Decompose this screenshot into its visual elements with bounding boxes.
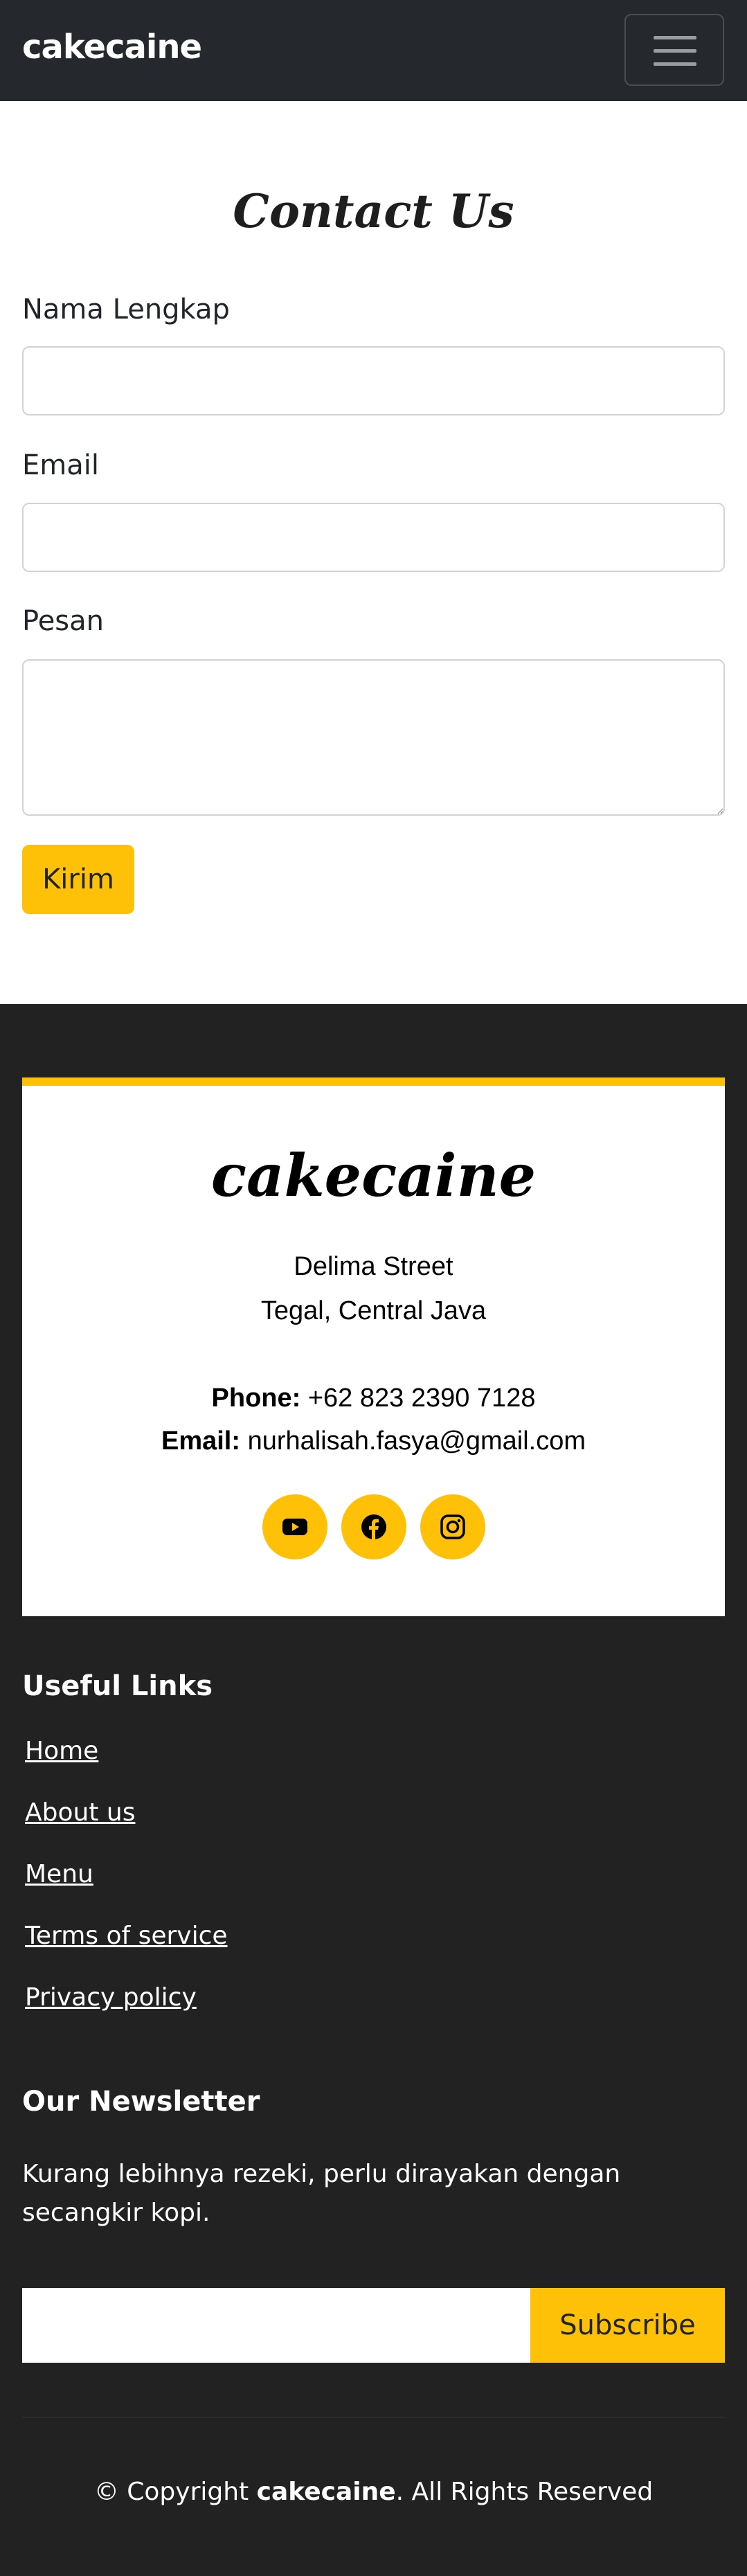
youtube-link[interactable] xyxy=(262,1494,327,1559)
newsletter-text: Kurang lebihnya rezeki, perlu dirayakan … xyxy=(22,2160,621,2227)
name-field[interactable] xyxy=(22,346,725,415)
copyright: © Copyright cakecaine. All Rights Reserv… xyxy=(0,2478,747,2506)
copyright-suffix: . All Rights Reserved xyxy=(395,2478,654,2506)
phone-value: +62 823 2390 7128 xyxy=(307,1384,536,1413)
email-line: Email: nurhalisah.fasya@gmail.com xyxy=(22,1426,725,1456)
address-line-1: Delima Street xyxy=(294,1252,453,1281)
email-label: Email xyxy=(22,449,99,481)
message-field[interactable] xyxy=(22,659,725,816)
copyright-prefix: © Copyright xyxy=(93,2478,249,2506)
name-label: Nama Lengkap xyxy=(22,294,230,325)
message-label: Pesan xyxy=(22,605,105,637)
newsletter-email-input[interactable] xyxy=(22,2288,530,2363)
contact-section: Contact Us Nama Lengkap Email Pesan Kiri… xyxy=(0,101,747,1004)
facebook-icon xyxy=(361,1514,386,1539)
phone-line: Phone: +62 823 2390 7128 xyxy=(22,1384,725,1413)
footer-link-privacy[interactable]: Privacy policy xyxy=(25,1983,197,2012)
submit-button[interactable]: Kirim xyxy=(22,845,134,914)
footer-link-menu[interactable]: Menu xyxy=(25,1860,93,1888)
email-field[interactable] xyxy=(22,503,725,572)
address-line-2: Tegal, Central Java xyxy=(260,1296,487,1325)
copyright-brand: cakecaine xyxy=(256,2478,396,2506)
phone-label: Phone: xyxy=(211,1384,301,1413)
footer-info-card: cakecaine Delima Street Tegal, Central J… xyxy=(22,1077,725,1616)
social-links xyxy=(22,1494,725,1559)
email-contact-value: nurhalisah.fasya@gmail.com xyxy=(247,1426,586,1456)
youtube-icon xyxy=(282,1519,307,1535)
contact-title: Contact Us xyxy=(233,184,514,238)
useful-links-heading: Useful Links xyxy=(22,1670,213,1702)
instagram-icon xyxy=(440,1514,465,1539)
menu-toggle-button[interactable] xyxy=(624,14,724,86)
newsletter-heading: Our Newsletter xyxy=(22,2086,260,2118)
navbar: cakecaine xyxy=(0,0,747,101)
footer-link-home[interactable]: Home xyxy=(25,1737,98,1765)
facebook-link[interactable] xyxy=(341,1494,406,1559)
footer-link-about[interactable]: About us xyxy=(25,1798,135,1827)
email-contact-label: Email: xyxy=(161,1426,241,1456)
footer-logo: cakecaine xyxy=(210,1141,537,1210)
brand-logo[interactable]: cakecaine xyxy=(22,28,202,66)
subscribe-button[interactable]: Subscribe xyxy=(530,2288,725,2363)
instagram-link[interactable] xyxy=(420,1494,485,1559)
footer-link-terms[interactable]: Terms of service xyxy=(25,1922,228,1950)
